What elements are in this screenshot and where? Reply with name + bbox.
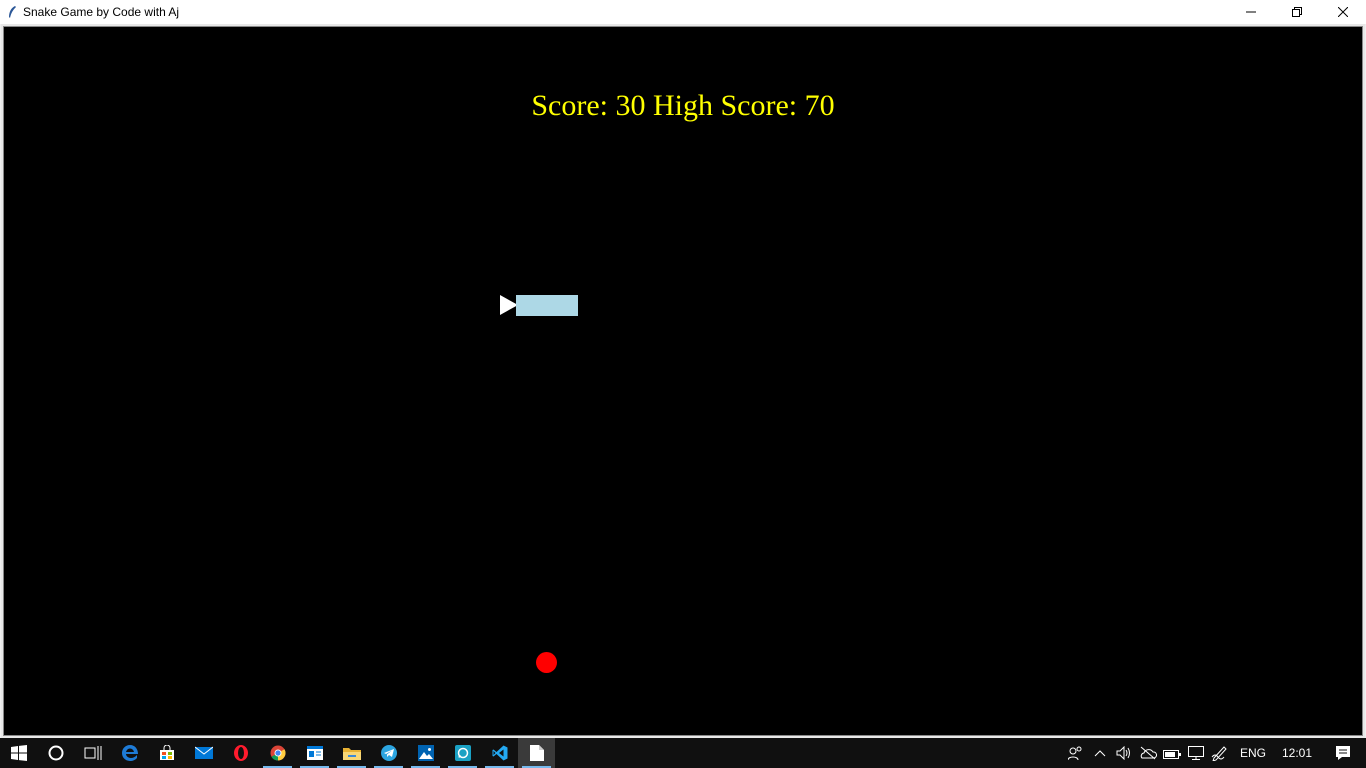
edge-icon	[121, 745, 138, 761]
minimize-icon	[1246, 11, 1256, 13]
show-hidden-icons-button[interactable]	[1088, 738, 1112, 768]
taskbar-app-photos[interactable]	[407, 738, 444, 768]
task-view-icon	[84, 746, 101, 760]
onedrive-button[interactable]	[1136, 738, 1160, 768]
feather-icon	[1, 5, 23, 19]
window-title: Snake Game by Code with Aj	[23, 5, 180, 19]
chevron-up-icon	[1094, 750, 1106, 757]
taskbar-app-store[interactable]	[148, 738, 185, 768]
taskbar-app-edge[interactable]	[111, 738, 148, 768]
news-icon	[306, 746, 323, 760]
windows-start-icon	[10, 745, 27, 761]
taskbar-app-telegram[interactable]	[370, 738, 407, 768]
action-center-button[interactable]	[1320, 738, 1366, 768]
taskbar-app-whatsapp[interactable]	[444, 738, 481, 768]
system-tray: ENG 12:01	[1064, 738, 1366, 768]
task-view-button[interactable]	[74, 738, 111, 768]
cortana-icon	[48, 745, 63, 761]
window-controls	[1228, 0, 1366, 24]
pen-workspace-button[interactable]	[1208, 738, 1232, 768]
score-display: Score: 30 High Score: 70	[531, 89, 835, 122]
people-button[interactable]	[1064, 738, 1088, 768]
taskbar-app-python-file[interactable]	[518, 738, 555, 768]
cloud-offline-icon	[1140, 746, 1157, 760]
photos-icon	[417, 745, 434, 761]
taskbar-app-mail[interactable]	[185, 738, 222, 768]
whatsapp-icon	[454, 745, 471, 761]
minimize-button[interactable]	[1228, 0, 1274, 24]
game-window: Score: 30 High Score: 70	[1, 24, 1365, 738]
notification-icon	[1336, 746, 1350, 760]
network-icon	[1187, 746, 1204, 760]
mail-icon	[194, 746, 213, 759]
close-icon	[1338, 7, 1348, 17]
taskbar-app-vscode[interactable]	[481, 738, 518, 768]
title-bar: Snake Game by Code with Aj	[0, 0, 1366, 24]
taskbar-app-file-explorer[interactable]	[333, 738, 370, 768]
python-file-icon	[529, 745, 544, 761]
clock[interactable]: 12:01	[1274, 746, 1320, 760]
snake-body-segment	[557, 295, 578, 316]
snake-body-segment	[536, 295, 557, 316]
vscode-icon	[492, 745, 507, 761]
taskbar: ENG 12:01	[0, 738, 1366, 768]
taskbar-app-chrome[interactable]	[259, 738, 296, 768]
restore-button[interactable]	[1274, 0, 1320, 24]
snake-body-segment	[516, 295, 537, 316]
telegram-icon	[380, 745, 397, 761]
start-button[interactable]	[0, 738, 37, 768]
food	[536, 652, 557, 673]
close-button[interactable]	[1320, 0, 1366, 24]
language-indicator[interactable]: ENG	[1232, 746, 1274, 760]
store-icon	[159, 745, 174, 760]
chrome-icon	[270, 745, 286, 761]
opera-icon	[233, 745, 248, 761]
volume-icon	[1116, 746, 1130, 760]
game-canvas[interactable]: Score: 30 High Score: 70	[3, 26, 1363, 736]
people-icon	[1067, 746, 1082, 761]
volume-button[interactable]	[1112, 738, 1136, 768]
network-button[interactable]	[1184, 738, 1208, 768]
pen-icon	[1211, 746, 1227, 761]
battery-button[interactable]	[1160, 738, 1184, 768]
cortana-button[interactable]	[37, 738, 74, 768]
file-explorer-icon	[342, 748, 361, 760]
taskbar-app-opera[interactable]	[222, 738, 259, 768]
taskbar-app-news[interactable]	[296, 738, 333, 768]
restore-icon	[1292, 7, 1302, 17]
battery-icon	[1162, 750, 1181, 759]
